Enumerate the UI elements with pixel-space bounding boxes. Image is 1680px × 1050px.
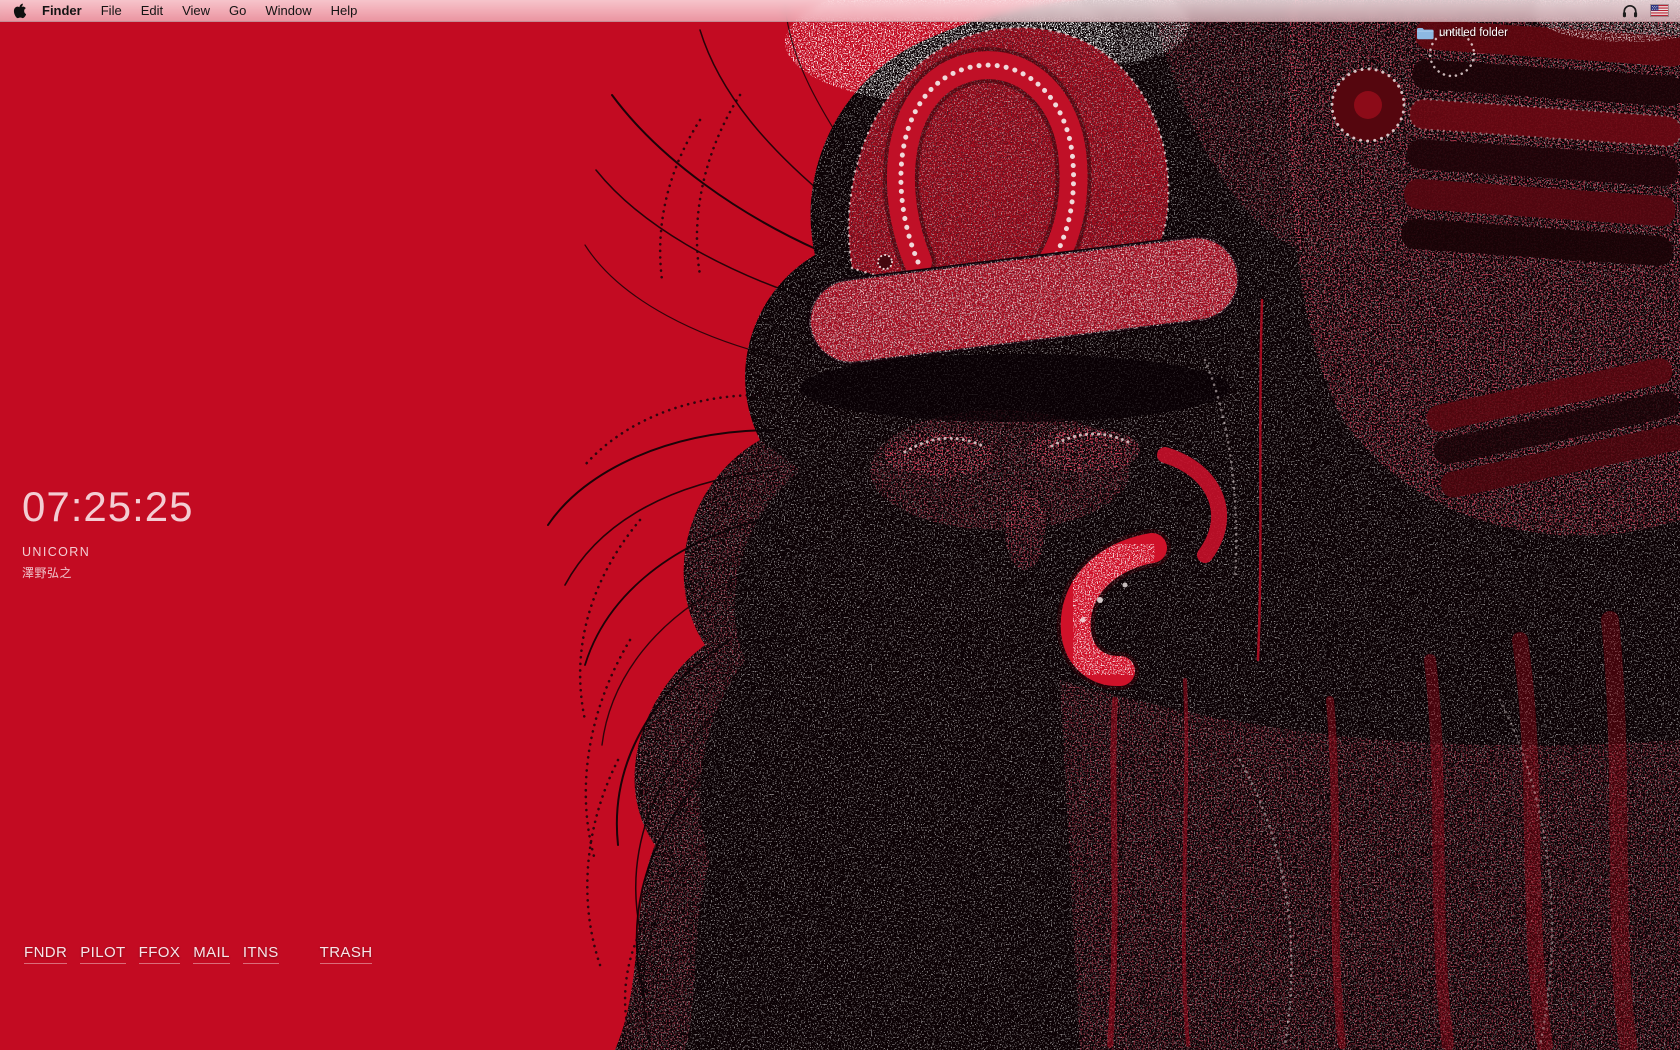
desktop-icon-untitled-folder[interactable]: untitled folder	[1416, 26, 1508, 40]
clock-time: 07:25:25	[22, 483, 194, 530]
menu-item-edit[interactable]: Edit	[141, 0, 163, 22]
clock-widget: 07:25:25 UNICORN 澤野弘之	[22, 486, 194, 581]
dock-item-ffox[interactable]: FFOX	[138, 944, 181, 964]
menu-item-file[interactable]: File	[101, 0, 122, 22]
apple-menu-icon[interactable]	[12, 2, 26, 19]
menu-item-help[interactable]: Help	[331, 0, 358, 22]
dock-item-fndr[interactable]: FNDR	[24, 944, 68, 964]
us-flag-icon[interactable]	[1651, 5, 1668, 16]
dock-item-pilot[interactable]: PILOT	[80, 944, 126, 964]
dock-item-mail[interactable]: MAIL	[193, 944, 230, 964]
menu-bar: Finder File Edit View Go Window Help	[0, 0, 1680, 22]
wallpaper-samurai-art	[0, 0, 1680, 1050]
menu-bar-status-area	[1622, 4, 1668, 18]
headphones-icon[interactable]	[1622, 4, 1638, 18]
widget-song-title: UNICORN	[22, 545, 91, 559]
text-dock: FNDR PILOT FFOX MAIL ITNS TRASH	[24, 944, 385, 964]
menu-bar-left: Finder File Edit View Go Window Help	[12, 0, 357, 22]
menu-item-finder[interactable]: Finder	[42, 0, 82, 22]
dock-item-trash[interactable]: TRASH	[319, 944, 373, 964]
folder-icon	[1416, 26, 1434, 40]
menu-item-window[interactable]: Window	[265, 0, 311, 22]
widget-song-artist: 澤野弘之	[22, 566, 73, 580]
desktop-icon-label: untitled folder	[1438, 27, 1508, 39]
samurai-brim-shadow	[800, 354, 1230, 422]
menu-item-go[interactable]: Go	[229, 0, 246, 22]
dock-item-itns[interactable]: ITNS	[242, 944, 279, 964]
menu-item-view[interactable]: View	[182, 0, 210, 22]
